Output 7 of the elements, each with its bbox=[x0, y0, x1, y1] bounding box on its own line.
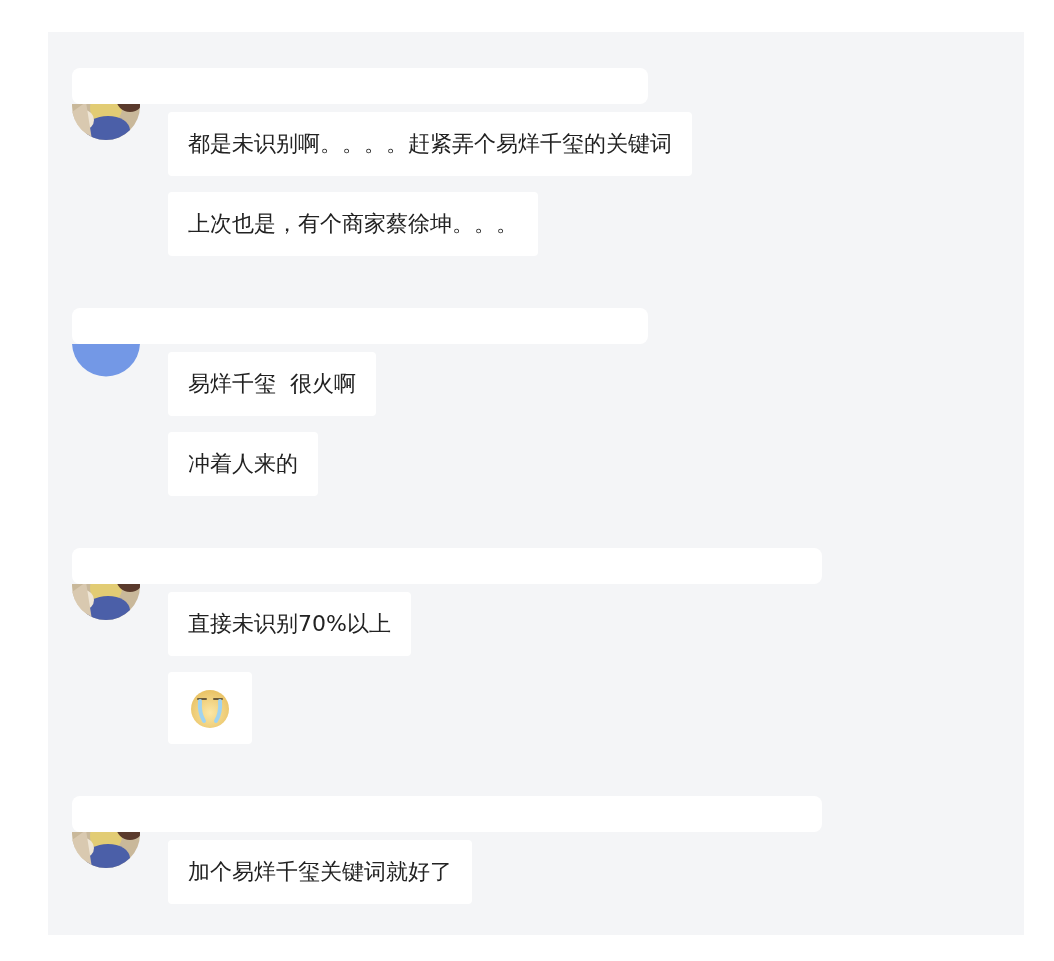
message-bubble: 冲着人来的 bbox=[168, 432, 318, 496]
message-bubble: 都是未识别啊。。。。赶紧弄个易烊千玺的关键词 bbox=[168, 112, 692, 176]
crying-emoji-icon bbox=[189, 687, 231, 729]
message-bubble: 直接未识别70%以上 bbox=[168, 592, 411, 656]
message-bubble: 加个易烊千玺关键词就好了 bbox=[168, 840, 472, 904]
message-bubble: 易烊千玺 很火啊 bbox=[168, 352, 376, 416]
message-bubble: 上次也是，有个商家蔡徐坤。。。 bbox=[168, 192, 538, 256]
